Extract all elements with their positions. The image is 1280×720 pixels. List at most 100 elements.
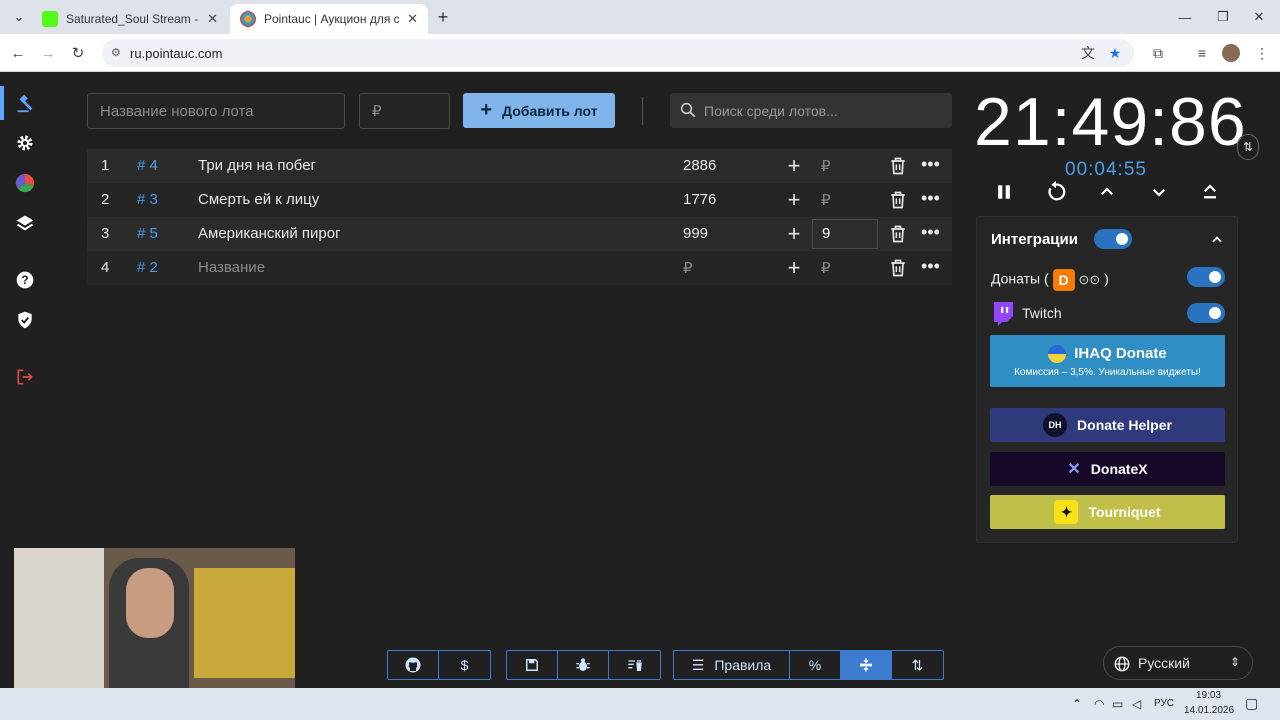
wifi-icon[interactable]: ◠ <box>1094 697 1104 711</box>
lot-name[interactable]: Американский пирог <box>198 225 341 242</box>
browser-toolbar: ← → ↻ ⚙ ru.pointauc.com 文 ★ ⧉ ≡ ⋮ <box>0 34 1280 72</box>
donatex-button[interactable]: ✕ DonateX <box>990 452 1225 486</box>
reading-list-icon[interactable]: ≡ <box>1192 43 1212 63</box>
tab-title: Saturated_Soul Stream - Watch <box>66 12 199 26</box>
shield-check-icon[interactable] <box>11 306 39 334</box>
sort-icon[interactable]: ⇅ <box>892 651 943 679</box>
wheel-chart-icon[interactable] <box>11 169 39 197</box>
integrations-toggle[interactable] <box>1094 229 1132 249</box>
add-amount-button[interactable]: + <box>782 186 806 214</box>
compact-view-icon[interactable] <box>841 651 892 679</box>
tourniquet-label: Tourniquet <box>1088 504 1161 520</box>
notifications-icon[interactable]: ▢ <box>1245 695 1258 712</box>
lot-search-input[interactable]: Поиск среди лотов... <box>670 93 952 128</box>
select-arrows-icon: ⇕ <box>1229 655 1240 669</box>
donate-dollar-icon[interactable]: $ <box>439 651 490 679</box>
lot-name[interactable]: Три дня на побег <box>198 157 316 174</box>
add-amount-button[interactable]: + <box>782 220 806 248</box>
more-options-icon[interactable]: ••• <box>921 222 940 243</box>
add-amount-button[interactable]: + <box>782 152 806 180</box>
new-tab-button[interactable]: + <box>428 6 458 28</box>
github-icon[interactable] <box>388 651 439 679</box>
swap-timer-icon[interactable]: ⇅ <box>1237 134 1259 160</box>
bookmark-star-icon[interactable]: ★ <box>1105 43 1125 63</box>
lot-row: 4 # 2 Название ₽ + ₽ ••• <box>87 251 952 285</box>
auction-gavel-icon[interactable] <box>11 89 39 117</box>
collapse-chevron-icon[interactable] <box>1210 233 1224 247</box>
back-icon[interactable]: ← <box>6 41 30 65</box>
clock-date[interactable]: 14.01.2026 <box>1184 705 1234 716</box>
add-amount-input[interactable]: ₽ <box>821 191 831 209</box>
site-info-icon[interactable]: ⚙ <box>111 46 125 60</box>
trash-icon[interactable] <box>888 258 908 278</box>
lot-amount[interactable]: 2886 <box>683 157 716 174</box>
more-options-icon[interactable]: ••• <box>921 188 940 209</box>
settings-gear-icon[interactable] <box>11 129 39 157</box>
language-label: Русский <box>1138 655 1190 671</box>
add-amount-button[interactable]: + <box>782 254 806 282</box>
add-amount-input[interactable]: ₽ <box>821 157 831 175</box>
tab-stream[interactable]: Saturated_Soul Stream - Watch ✕ <box>32 4 228 34</box>
integrations-panel: Интеграции Донаты ( D ⊙⊙ ) Twitch IHAQ D… <box>976 216 1238 543</box>
forward-icon[interactable]: → <box>36 41 60 65</box>
trash-icon[interactable] <box>888 190 908 210</box>
add-amount-input[interactable]: ₽ <box>821 259 831 277</box>
close-tab-icon[interactable]: ✕ <box>407 11 418 27</box>
menu-icon[interactable]: ⋮ <box>1252 43 1272 63</box>
chevron-up-icon[interactable] <box>1094 179 1120 205</box>
percent-button[interactable]: % <box>790 651 841 679</box>
lot-name[interactable]: Смерть ей к лицу <box>198 191 319 208</box>
reload-icon[interactable]: ↻ <box>66 41 90 65</box>
profile-avatar[interactable] <box>1221 43 1241 63</box>
bug-report-icon[interactable] <box>558 651 609 679</box>
twitch-toggle[interactable] <box>1187 303 1225 323</box>
more-options-icon[interactable]: ••• <box>921 154 940 175</box>
layers-icon[interactable] <box>11 209 39 237</box>
save-icon[interactable] <box>507 651 558 679</box>
tourniquet-logo-icon: ✦ <box>1054 500 1079 524</box>
more-options-icon[interactable]: ••• <box>921 256 940 277</box>
help-icon[interactable]: ? <box>11 266 39 294</box>
clear-list-icon[interactable] <box>609 651 660 679</box>
globe-icon <box>1114 656 1130 672</box>
clock-time[interactable]: 19:03 <box>1196 690 1221 701</box>
trash-icon[interactable] <box>888 224 908 244</box>
double-chevron-up-icon[interactable] <box>1197 179 1223 205</box>
lot-amount-input[interactable]: ₽ <box>359 93 450 129</box>
rules-button[interactable]: ☰ Правила <box>674 651 790 679</box>
chevron-down-icon[interactable] <box>1146 179 1172 205</box>
minimize-button[interactable]: — <box>1170 6 1200 28</box>
add-amount-input[interactable]: 9 <box>812 219 878 249</box>
ihaq-donate-button[interactable]: IHAQ Donate Комиссия – 3,5%. Уникальные … <box>990 335 1225 387</box>
extensions-icon[interactable]: ⧉ <box>1148 43 1168 63</box>
add-lot-button[interactable]: + Добавить лот <box>463 93 615 128</box>
battery-icon[interactable]: ▭ <box>1112 697 1123 711</box>
translate-icon[interactable]: 文 <box>1078 43 1098 63</box>
lot-amount[interactable]: 1776 <box>683 191 716 208</box>
close-window-button[interactable]: ✕ <box>1244 6 1274 28</box>
restart-icon[interactable] <box>1043 179 1069 205</box>
donate-helper-button[interactable]: DH Donate Helper <box>990 408 1225 442</box>
close-tab-icon[interactable]: ✕ <box>207 11 218 27</box>
volume-icon[interactable]: ◁ <box>1132 697 1141 711</box>
language-select[interactable]: Русский ⇕ <box>1103 646 1253 680</box>
address-bar[interactable]: ⚙ ru.pointauc.com <box>102 39 1134 67</box>
lot-amount[interactable]: 999 <box>683 225 708 242</box>
lot-name-input[interactable]: Название <box>198 259 265 276</box>
search-icon <box>680 102 696 118</box>
tools-group <box>506 650 661 680</box>
maximize-button[interactable]: ❐ <box>1208 6 1238 28</box>
trash-icon[interactable] <box>888 156 908 176</box>
donatex-label: DonateX <box>1090 461 1148 477</box>
webcam-poster <box>194 568 295 678</box>
input-language[interactable]: РУС <box>1154 698 1174 709</box>
tray-chevron-icon[interactable]: ⌃ <box>1072 697 1082 711</box>
pause-icon[interactable] <box>991 179 1017 205</box>
logout-icon[interactable] <box>11 363 39 391</box>
donations-toggle[interactable] <box>1187 267 1225 287</box>
lot-name-input[interactable]: Название нового лота <box>87 93 345 129</box>
tab-search-button[interactable]: ⌄ <box>4 6 34 28</box>
tourniquet-button[interactable]: ✦ Tourniquet <box>990 495 1225 529</box>
lot-amount[interactable]: ₽ <box>683 259 693 277</box>
tab-pointauc[interactable]: Pointauc | Аукцион для стриме ✕ <box>230 4 428 34</box>
